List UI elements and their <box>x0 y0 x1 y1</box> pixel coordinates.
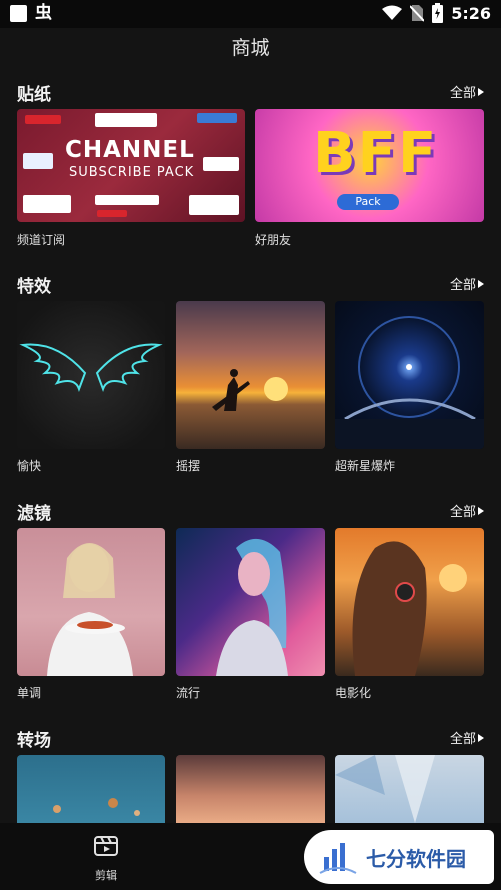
subscribe-chip <box>25 115 61 124</box>
see-all-transitions[interactable]: 全部 <box>450 728 484 747</box>
tab-edit[interactable]: 剪辑 <box>78 833 134 883</box>
chevron-right-icon <box>478 506 484 515</box>
supernova-bridge-art <box>335 316 484 449</box>
film-clip-icon <box>94 836 118 856</box>
filter-caption: 流行 <box>176 686 201 700</box>
channel-chip <box>23 195 71 213</box>
tab-label: 剪辑 <box>95 869 117 882</box>
see-all-label: 全部 <box>449 732 476 747</box>
effect-caption: 超新星爆炸 <box>335 459 396 473</box>
no-sim-icon <box>410 5 425 22</box>
sticker-caption: 频道订阅 <box>17 233 66 247</box>
section-title: 滤镜 <box>17 504 51 524</box>
sticker-caption: 好朋友 <box>255 233 292 247</box>
channel-chip <box>95 195 159 205</box>
transition-card[interactable] <box>176 755 325 823</box>
see-all-effects[interactable]: 全部 <box>450 274 484 293</box>
chevron-right-icon <box>478 279 484 288</box>
sky-rays-art <box>335 755 435 823</box>
balloons-art <box>53 798 140 816</box>
surfer-sunset-art <box>212 369 288 411</box>
bff-text: BFF <box>313 121 439 186</box>
filter-card-pop[interactable] <box>176 528 325 676</box>
effect-card-swing[interactable] <box>176 301 325 449</box>
watermark-text: 七分软件园 <box>366 846 466 871</box>
clock: 5:26 <box>451 3 491 23</box>
see-all-label: 全部 <box>449 505 476 520</box>
sticker-card-channel[interactable]: CHANNEL SUBSCRIBE PACK <box>17 109 245 222</box>
effect-card-happy[interactable] <box>17 301 165 449</box>
bar-chart-logo-icon <box>319 843 357 874</box>
transition-card[interactable] <box>17 755 165 823</box>
see-all-label: 全部 <box>449 86 476 101</box>
bug-icon: 虫 <box>35 3 52 23</box>
watermark-logo: 七分软件园 <box>304 830 494 884</box>
battery-icon <box>432 3 444 23</box>
wifi-icon <box>382 5 403 20</box>
subscribe-chip <box>97 210 127 217</box>
status-bar: 虫 5:26 <box>0 0 501 28</box>
chevron-right-icon <box>478 733 484 742</box>
channel-text: CHANNEL <box>65 137 195 163</box>
effect-card-supernova[interactable] <box>335 301 484 449</box>
pack-badge: Pack <box>337 194 399 210</box>
sticker-card-bff[interactable]: BFF Pack <box>255 109 484 222</box>
section-title: 转场 <box>17 731 51 751</box>
effect-caption: 摇摆 <box>176 459 201 473</box>
woman-sunset-art <box>352 541 467 676</box>
section-title: 特效 <box>17 277 51 297</box>
see-all-filters[interactable]: 全部 <box>450 501 484 520</box>
filter-card-mono[interactable] <box>17 528 165 676</box>
follow-chip <box>197 113 237 123</box>
neon-wings-art <box>19 343 163 392</box>
woman-neon-art <box>216 538 288 676</box>
filter-caption: 单调 <box>17 686 42 700</box>
channel-chip <box>189 195 239 215</box>
effect-caption: 愉快 <box>17 459 42 473</box>
chevron-right-icon <box>478 87 484 96</box>
subscribe-pack-text: SUBSCRIBE PACK <box>69 165 195 180</box>
subscribe-chip <box>203 157 239 171</box>
notification-square-icon <box>10 4 27 22</box>
filter-caption: 电影化 <box>335 686 372 700</box>
page-title: 商城 <box>231 37 270 59</box>
see-all-stickers[interactable]: 全部 <box>450 82 484 101</box>
woman-pasta-art <box>47 543 133 676</box>
section-title: 贴纸 <box>17 85 51 105</box>
filter-card-cinematic[interactable] <box>335 528 484 676</box>
transition-card[interactable] <box>335 755 484 823</box>
see-all-label: 全部 <box>449 278 476 293</box>
channel-chip <box>95 113 157 127</box>
like-chip <box>23 153 53 169</box>
